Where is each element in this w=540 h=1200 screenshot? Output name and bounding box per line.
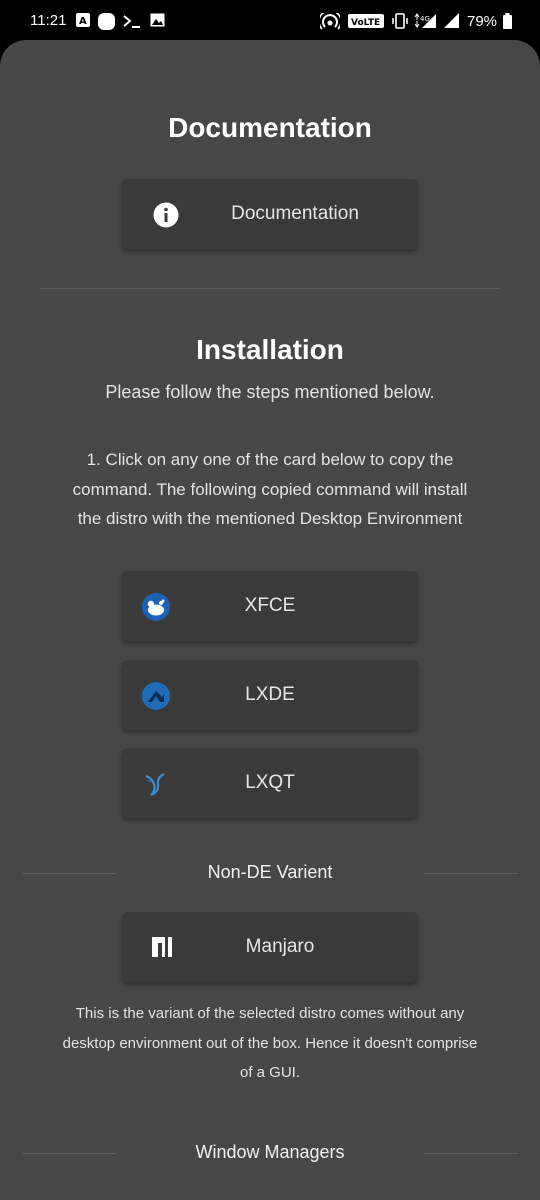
network-type-text: 4G	[420, 15, 430, 23]
status-bar: 11:21 A VoLTE 1 4G 79%	[0, 0, 540, 42]
battery-icon	[503, 13, 512, 32]
non-de-description-line-2: desktop environment out of the box. Henc…	[62, 1034, 478, 1052]
step-1-line-1: 1. Click on any one of the card below to…	[86, 450, 454, 469]
hotspot-icon	[318, 9, 342, 34]
wm-divider-right	[424, 1153, 518, 1154]
status-time: 11:21	[30, 12, 67, 29]
vibrate-icon	[392, 13, 408, 32]
installation-step-1: 1. Click on any one of the card below to…	[40, 445, 500, 534]
battery-percent: 79%	[467, 13, 498, 30]
image-icon	[150, 13, 165, 30]
xfce-card[interactable]: XFCE	[122, 571, 418, 641]
signal-icon	[444, 13, 460, 32]
non-de-description-line-3: of a GUI.	[239, 1064, 301, 1081]
lxde-card-label: LXDE	[245, 684, 295, 705]
terminal-icon	[122, 13, 142, 32]
step-1-line-2: command. The following copied command wi…	[72, 479, 468, 499]
section-divider	[40, 288, 500, 289]
documentation-button[interactable]: Documentation	[122, 179, 418, 249]
lxde-card[interactable]: LXDE	[122, 660, 418, 730]
volte-text: VoLTE 1	[351, 18, 384, 28]
manjaro-card-label: Manjaro	[245, 936, 315, 957]
non-de-description: This is the variant of the selected dist…	[30, 999, 510, 1088]
xfce-card-label: XFCE	[244, 595, 296, 616]
non-de-divider-right	[424, 873, 518, 874]
lxqt-card-label: LXQT	[245, 772, 295, 793]
volte-badge: VoLTE 1	[348, 14, 390, 31]
signal-4g-icon: 4G	[414, 13, 440, 32]
step-1-line-3: the distro with the mentioned Desktop En…	[77, 509, 463, 528]
lxqt-card[interactable]: LXQT	[122, 748, 418, 818]
main-sheet: Documentation Documentation Installation…	[0, 40, 540, 1200]
installation-subheading: Please follow the steps mentioned below.	[105, 382, 435, 402]
non-de-description-line-1: This is the variant of the selected dist…	[75, 1005, 465, 1022]
svg-text:A: A	[79, 16, 87, 27]
manjaro-card[interactable]: Manjaro	[122, 912, 418, 982]
documentation-button-label: Documentation	[231, 203, 359, 224]
installation-heading: Installation	[196, 334, 344, 365]
documentation-heading: Documentation	[168, 112, 372, 143]
notification-circle-icon	[98, 13, 115, 33]
notification-a-icon: A	[76, 13, 90, 30]
